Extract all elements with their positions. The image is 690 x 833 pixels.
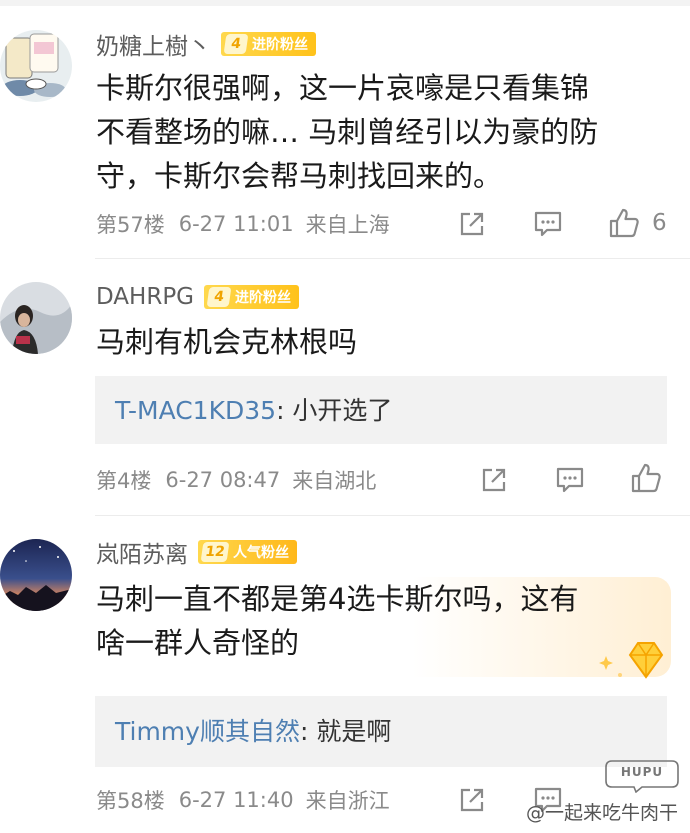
comment-text: 马刺一直不都是第4选卡斯尔吗，这有 啥一群人奇怪的 xyxy=(96,577,671,677)
reply-message: : 就是啊 xyxy=(299,717,392,746)
badge-label: 进阶粉丝 xyxy=(252,37,308,53)
fan-badge: 4 进阶粉丝 xyxy=(221,32,316,56)
reply-button[interactable] xyxy=(533,210,563,238)
reply-message: : 小开选了 xyxy=(276,396,393,425)
timestamp: 6-27 08:47 xyxy=(165,468,281,492)
reply-preview[interactable]: T-MAC1KD35: 小开选了 xyxy=(95,376,667,444)
comment-header: DAHRPG 4 进阶粉丝 xyxy=(96,282,300,312)
avatar[interactable] xyxy=(0,539,72,611)
comment-item: 奶糖上樹丶 4 进阶粉丝 卡斯尔很强啊，这一片哀嚎是只看集锦 不看整场的嘛… 马… xyxy=(0,0,690,258)
username[interactable]: 岚陌苏离 xyxy=(96,535,188,569)
avatar[interactable] xyxy=(0,30,72,102)
comment-text: 卡斯尔很强啊，这一片哀嚎是只看集锦 不看整场的嘛… 马刺曾经引以为豪的防 守，卡… xyxy=(96,66,671,198)
like-icon xyxy=(609,208,639,238)
location: 来自浙江 xyxy=(305,789,390,813)
reply-preview[interactable]: Timmy顺其自然: 就是啊 xyxy=(95,696,667,767)
comment-line: 啥一群人奇怪的 xyxy=(96,626,300,660)
fan-badge: 4 进阶粉丝 xyxy=(204,285,300,309)
share-button[interactable] xyxy=(458,210,486,238)
comment-line: 马刺一直不都是第4选卡斯尔吗，这有 xyxy=(96,582,579,616)
comment-header: 奶糖上樹丶 4 进阶粉丝 xyxy=(96,27,316,61)
comment-meta: 第57楼 6-27 11:01 来自上海 xyxy=(96,207,676,241)
hupu-logo-text: HUPU xyxy=(620,765,664,779)
avatar[interactable] xyxy=(0,282,72,354)
watermark: @一起来吃牛肉干 xyxy=(525,802,678,824)
comment-line: 马刺有机会克林根吗 xyxy=(96,325,358,359)
location: 来自湖北 xyxy=(292,469,377,493)
reply-button[interactable] xyxy=(555,466,585,494)
timestamp: 6-27 11:01 xyxy=(178,212,294,236)
comment-item: 岚陌苏离 12 人气粉丝 马刺一直不都是第4选卡斯尔吗，这有 啥一群人奇怪的 T… xyxy=(0,515,690,833)
reply-username[interactable]: T-MAC1KD35 xyxy=(115,396,276,425)
floor-number: 第57楼 xyxy=(96,213,165,237)
share-icon xyxy=(460,212,484,236)
like-button[interactable] xyxy=(630,462,662,494)
location: 来自上海 xyxy=(305,213,390,237)
sparkle-decoration xyxy=(590,635,670,689)
username[interactable]: DAHRPG xyxy=(96,284,194,310)
like-button[interactable]: 6 xyxy=(608,207,667,239)
like-count: 6 xyxy=(652,210,667,236)
hupu-logo: HUPU xyxy=(602,755,682,794)
badge-level: 4 xyxy=(206,287,232,307)
floor-number: 第4楼 xyxy=(96,469,152,493)
reply-content: T-MAC1KD35: 小开选了 xyxy=(115,396,392,426)
comment-line: 不看整场的嘛… 马刺曾经引以为豪的防 xyxy=(96,115,599,149)
comment-item: DAHRPG 4 进阶粉丝 马刺有机会克林根吗 T-MAC1KD35: 小开选了… xyxy=(0,258,690,515)
badge-level: 4 xyxy=(223,34,249,54)
like-icon xyxy=(631,463,661,493)
share-icon xyxy=(460,788,484,812)
comment-line: 卡斯尔很强啊，这一片哀嚎是只看集锦 xyxy=(96,71,590,105)
share-button[interactable] xyxy=(458,786,486,814)
comment-icon xyxy=(534,211,562,237)
reply-content: Timmy顺其自然: 就是啊 xyxy=(115,717,391,747)
badge-label: 人气粉丝 xyxy=(233,545,289,561)
comment-header: 岚陌苏离 12 人气粉丝 xyxy=(96,535,297,569)
reply-username[interactable]: Timmy顺其自然 xyxy=(115,717,300,746)
comment-text: 马刺有机会克林根吗 xyxy=(96,320,671,364)
diamond-badge-icon xyxy=(599,642,664,679)
share-button[interactable] xyxy=(480,466,508,494)
comment-meta: 第4楼 6-27 08:47 来自湖北 xyxy=(96,463,676,497)
comment-icon xyxy=(556,467,584,493)
badge-label: 进阶粉丝 xyxy=(235,290,292,306)
floor-number: 第58楼 xyxy=(96,789,165,813)
fan-badge: 12 人气粉丝 xyxy=(198,540,297,564)
badge-level: 12 xyxy=(200,542,230,562)
share-icon xyxy=(482,468,506,492)
comment-line: 守，卡斯尔会帮马刺找回来的。 xyxy=(96,159,503,193)
username[interactable]: 奶糖上樹丶 xyxy=(96,27,211,61)
timestamp: 6-27 11:40 xyxy=(178,788,294,812)
